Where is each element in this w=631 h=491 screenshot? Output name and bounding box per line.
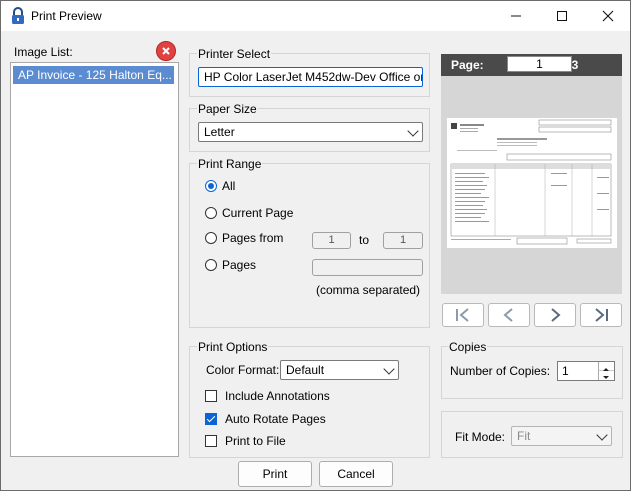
minimize-button[interactable] [493, 1, 539, 31]
auto-rotate-label: Auto Rotate Pages [225, 412, 326, 426]
copies-spinner[interactable]: 1 [557, 361, 615, 381]
copies-label: Copies [448, 340, 488, 354]
print-button[interactable]: Print [238, 461, 312, 487]
last-page-icon [595, 308, 608, 322]
print-preview-window: Print Preview Image List: AP Invoice - 1… [0, 0, 631, 491]
maximize-button[interactable] [539, 1, 585, 31]
previous-page-button[interactable] [488, 303, 530, 327]
printer-select-label: Printer Select [197, 47, 272, 61]
print-to-file-label: Print to File [225, 434, 286, 448]
image-list[interactable]: AP Invoice - 125 Halton Eq... [10, 62, 179, 457]
printer-value: HP Color LaserJet M452dw-Dev Office on-p… [204, 70, 423, 84]
print-range-label: Print Range [197, 157, 263, 171]
minimize-icon [511, 15, 521, 17]
to-page-field[interactable]: 1 [383, 232, 423, 249]
preview-pane: Page: 1 of 3 [441, 54, 622, 294]
pages-list-field[interactable] [312, 259, 423, 276]
close-button[interactable] [585, 1, 631, 31]
color-format-label: Color Format: [206, 363, 280, 377]
next-page-button[interactable] [534, 303, 576, 327]
next-page-icon [551, 308, 561, 322]
window-title: Print Preview [31, 9, 102, 23]
fit-mode-label: Fit Mode: [455, 430, 506, 444]
first-page-button[interactable] [442, 303, 484, 327]
paper-size-value: Letter [204, 125, 235, 139]
page-count-label: of 3 [557, 58, 579, 72]
pages-from-label: Pages from [222, 231, 284, 245]
pages-label: Pages [222, 258, 257, 272]
lock-app-icon [12, 7, 24, 24]
chevron-down-icon [383, 363, 395, 375]
chevron-down-icon [596, 429, 608, 441]
current-page-radio[interactable] [205, 207, 217, 219]
copies-up-button[interactable] [598, 362, 614, 371]
to-label: to [359, 233, 370, 247]
image-list-item[interactable]: AP Invoice - 125 Halton Eq... [13, 66, 174, 84]
close-icon [602, 10, 614, 22]
chevron-down-icon [407, 125, 419, 137]
from-page-field[interactable]: 1 [312, 232, 351, 249]
copies-value: 1 [562, 364, 569, 378]
printer-combo[interactable]: HP Color LaserJet M452dw-Dev Office on-p… [198, 67, 423, 87]
remove-image-button[interactable] [156, 41, 176, 61]
include-annotations-label: Include Annotations [225, 389, 330, 403]
all-radio[interactable] [205, 180, 217, 192]
number-of-copies-label: Number of Copies: [450, 364, 551, 378]
fit-mode-value: Fit [517, 429, 531, 443]
first-page-icon [456, 308, 469, 322]
print-to-file-checkbox[interactable] [205, 435, 217, 447]
cancel-button[interactable]: Cancel [319, 461, 393, 487]
image-list-label: Image List: [14, 45, 73, 59]
color-format-combo[interactable]: Default [280, 360, 399, 380]
current-page-label: Current Page [222, 206, 294, 220]
paper-size-combo[interactable]: Letter [198, 122, 423, 142]
spin-down-icon [603, 376, 609, 379]
pages-radio[interactable] [205, 259, 217, 271]
page-thumbnail [447, 118, 617, 248]
remove-icon [162, 47, 170, 55]
previous-page-icon [503, 308, 513, 322]
pages-from-radio[interactable] [205, 232, 217, 244]
fit-mode-combo[interactable]: Fit [511, 426, 612, 446]
auto-rotate-checkbox[interactable] [205, 413, 217, 425]
include-annotations-checkbox[interactable] [205, 390, 217, 402]
color-format-value: Default [286, 363, 325, 377]
last-page-button[interactable] [580, 303, 622, 327]
page-label: Page: [451, 58, 484, 72]
copies-down-button[interactable] [598, 371, 614, 380]
maximize-icon [557, 11, 567, 21]
pages-hint: (comma separated) [316, 283, 421, 297]
all-label: All [222, 179, 236, 193]
title-bar: Print Preview [1, 1, 630, 31]
print-options-label: Print Options [197, 340, 269, 354]
paper-size-label: Paper Size [197, 102, 258, 116]
